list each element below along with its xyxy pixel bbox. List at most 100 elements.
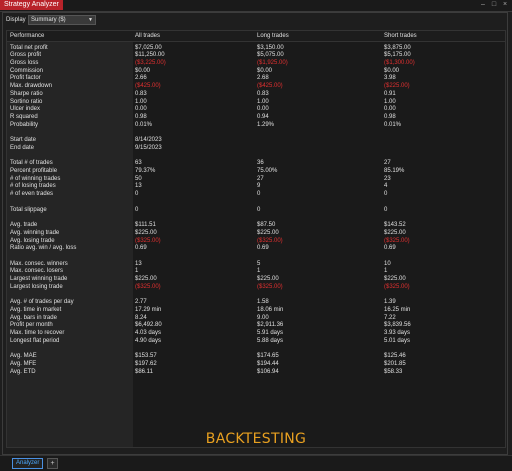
- cell-value: 9: [257, 183, 261, 190]
- table-row[interactable]: Max. consec. losers 1 1 1: [7, 268, 505, 276]
- table-row[interactable]: Largest winning trade $225.00 $225.00 $225.…: [7, 276, 505, 284]
- table-row[interactable]: Start date 8/14/2023: [7, 137, 505, 145]
- table-row[interactable]: End date 9/15/2023: [7, 145, 505, 153]
- cell-value: $106.94: [257, 368, 279, 375]
- row-label: Avg. MFE: [10, 361, 37, 368]
- table-row[interactable]: Max. time to recover 4.03 days 5.91 days 3.…: [7, 330, 505, 338]
- cell-value: $225.00: [257, 229, 279, 236]
- cell-value: $225.00: [135, 229, 157, 236]
- minimize-icon[interactable]: –: [479, 1, 487, 9]
- table-row[interactable]: Max. consec. winners 13 5 10: [7, 261, 505, 269]
- cell-value: 0.98: [135, 113, 147, 120]
- table-row[interactable]: Sharpe ratio 0.83 0.83 0.91: [7, 91, 505, 99]
- table-row[interactable]: Avg. MAE $153.57 $174.65 $125.46: [7, 353, 505, 361]
- cell-value: 0.00: [257, 106, 269, 113]
- bottom-tab-bar: Analyzer +: [0, 455, 512, 471]
- row-label: Sharpe ratio: [10, 90, 43, 97]
- cell-value: 2.77: [135, 299, 147, 306]
- table-row[interactable]: Ulcer index 0.00 0.00 0.00: [7, 106, 505, 114]
- table-row[interactable]: Ratio avg. win / avg. loss 0.69 0.69 0.69: [7, 245, 505, 253]
- table-row[interactable]: Avg. winning trade $225.00 $225.00 $225.00: [7, 230, 505, 238]
- window-controls: – □ ×: [479, 1, 509, 9]
- row-label: # of losing trades: [10, 183, 56, 190]
- table-row[interactable]: Avg. bars in trade 8.24 9.00 7.22: [7, 315, 505, 323]
- table-row[interactable]: R squared 0.98 0.94 0.98: [7, 114, 505, 122]
- column-header-short-trades[interactable]: Short trades: [384, 33, 417, 39]
- table-row[interactable]: Commission $0.00 $0.00 $0.00: [7, 68, 505, 76]
- column-header-long-trades[interactable]: Long trades: [257, 33, 289, 39]
- tab-analyzer[interactable]: Analyzer: [12, 458, 44, 469]
- row-label: Profit per month: [10, 322, 53, 329]
- cell-value: 0.91: [384, 90, 396, 97]
- cell-value: 1: [257, 268, 261, 275]
- table-row[interactable]: Probability 0.01% 1.29% 0.01%: [7, 122, 505, 130]
- cell-value: 3.93 days: [384, 330, 411, 337]
- grid-header: Performance All trades Long trades Short…: [7, 31, 505, 42]
- close-icon[interactable]: ×: [501, 1, 509, 9]
- cell-value: 2.68: [257, 75, 269, 82]
- table-row[interactable]: # of even trades 0 0 0: [7, 191, 505, 199]
- cell-value: 0.94: [257, 113, 269, 120]
- table-row[interactable]: Avg. # of trades per day 2.77 1.58 1.39: [7, 299, 505, 307]
- cell-value: 18.06 min: [257, 306, 284, 313]
- cell-value: 4.03 days: [135, 330, 162, 337]
- row-label: Avg. MAE: [10, 353, 37, 360]
- table-row[interactable]: Max. drawdown ($425.00) ($425.00) ($225.00): [7, 83, 505, 91]
- table-row[interactable]: Gross profit $11,250.00 $5,075.00 $5,175.00: [7, 52, 505, 60]
- cell-value: 9.00: [257, 314, 269, 321]
- window-title[interactable]: Strategy Analyzer: [0, 0, 63, 10]
- add-tab-button[interactable]: +: [47, 458, 58, 469]
- table-row[interactable]: Percent profitable 79.37% 75.00% 85.19%: [7, 168, 505, 176]
- cell-value: 9/15/2023: [135, 144, 162, 151]
- cell-value: 0: [257, 191, 261, 198]
- cell-value: ($325.00): [384, 237, 410, 244]
- table-row[interactable]: Gross loss ($3,225.00) ($1,925.00) ($1,300.…: [7, 60, 505, 68]
- performance-grid[interactable]: Performance All trades Long trades Short…: [6, 30, 506, 448]
- cell-value: 17.29 min: [135, 306, 162, 313]
- table-row[interactable]: Profit factor 2.66 2.68 3.98: [7, 75, 505, 83]
- cell-value: ($325.00): [257, 283, 283, 290]
- cell-value: $3,839.56: [384, 322, 411, 329]
- cell-value: $225.00: [257, 276, 279, 283]
- table-row[interactable]: Avg. time in market 17.29 min 18.06 min 16.…: [7, 307, 505, 315]
- maximize-icon[interactable]: □: [490, 1, 498, 9]
- row-label: Percent profitable: [10, 168, 58, 175]
- table-row[interactable]: Profit per month $6,492.80 $2,911.36 $3,839…: [7, 322, 505, 330]
- cell-value: $3,875.00: [384, 44, 411, 51]
- row-label: Ulcer index: [10, 106, 41, 113]
- table-row[interactable]: # of winning trades 50 27 23: [7, 176, 505, 184]
- display-dropdown[interactable]: Summary ($) ▼: [28, 15, 96, 25]
- cell-value: 36: [257, 160, 264, 167]
- row-label: Ratio avg. win / avg. loss: [10, 245, 77, 252]
- row-label: Total # of trades: [10, 160, 53, 167]
- table-row[interactable]: Longest flat period 4.90 days 5.88 days 5.0…: [7, 338, 505, 346]
- cell-value: $0.00: [257, 67, 273, 74]
- table-row[interactable]: Avg. MFE $197.62 $194.44 $201.85: [7, 361, 505, 369]
- table-row[interactable]: Avg. losing trade ($325.00) ($325.00) ($325…: [7, 238, 505, 246]
- cell-value: 27: [384, 160, 391, 167]
- cell-value: ($325.00): [257, 237, 283, 244]
- table-row[interactable]: Avg. trade $111.51 $87.50 $143.52: [7, 222, 505, 230]
- cell-value: 0.98: [384, 113, 396, 120]
- column-header-performance[interactable]: Performance: [10, 33, 44, 39]
- cell-value: 4: [384, 183, 388, 190]
- table-row[interactable]: Largest losing trade ($325.00) ($325.00) ($…: [7, 284, 505, 292]
- column-header-all-trades[interactable]: All trades: [135, 33, 160, 39]
- cell-value: 1: [135, 268, 139, 275]
- row-label: Total slippage: [10, 206, 47, 213]
- table-row[interactable]: Total # of trades 63 36 27: [7, 160, 505, 168]
- cell-value: $7,025.00: [135, 44, 162, 51]
- cell-value: 1: [384, 268, 388, 275]
- table-row[interactable]: Total net profit $7,025.00 $3,150.00 $3,875…: [7, 45, 505, 53]
- cell-value: $143.52: [384, 222, 406, 229]
- row-label: Probability: [10, 121, 39, 128]
- row-label: Avg. losing trade: [10, 237, 55, 244]
- chevron-down-icon: ▼: [88, 17, 93, 23]
- table-row[interactable]: Total slippage 0 0 0: [7, 207, 505, 215]
- cell-value: 0.69: [135, 245, 147, 252]
- table-row[interactable]: # of losing trades 13 9 4: [7, 183, 505, 191]
- backtesting-watermark: BACKTESTING: [205, 431, 307, 447]
- cell-value: $0.00: [384, 67, 400, 74]
- table-row[interactable]: Sortino ratio 1.00 1.00 1.00: [7, 99, 505, 107]
- table-row[interactable]: Avg. ETD $86.11 $106.94 $58.33: [7, 369, 505, 377]
